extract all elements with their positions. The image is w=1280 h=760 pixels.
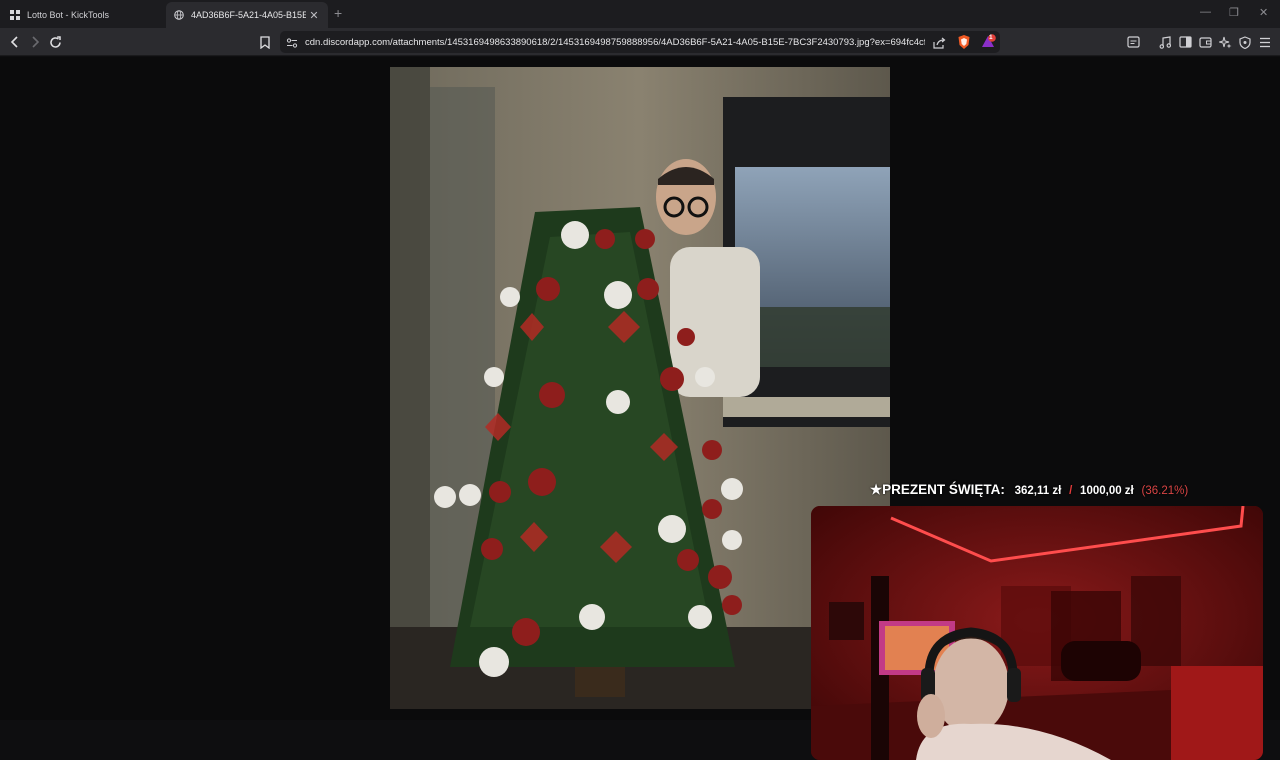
bookmark-icon[interactable] (256, 33, 274, 51)
goal-label: ★PREZENT ŚWIĘTA: (870, 482, 1005, 497)
globe-icon (174, 10, 184, 20)
rewards-badge: 1 (989, 34, 993, 41)
media-music-icon[interactable] (1157, 34, 1173, 50)
address-bar[interactable]: cdn.discordapp.com/attachments/145316949… (280, 31, 1000, 53)
url-text: cdn.discordapp.com/attachments/145316949… (305, 36, 925, 48)
share-icon[interactable] (933, 36, 946, 54)
site-settings-icon[interactable] (286, 36, 298, 54)
forward-button[interactable] (26, 33, 44, 51)
tab-strip: Lotto Bot - KickTools 4AD36B6F-5A21-4A05… (0, 0, 1280, 28)
wallet-icon[interactable] (1197, 34, 1213, 50)
goal-current: 362,11 zł (1014, 485, 1062, 497)
leo-ai-icon[interactable] (1217, 34, 1233, 50)
new-tab-button[interactable]: + (334, 5, 342, 21)
tab-title: Lotto Bot - KickTools (27, 10, 110, 20)
restore-icon[interactable]: ❐ (1229, 6, 1239, 19)
brave-shields-icon[interactable] (957, 34, 971, 55)
menu-icon[interactable] (1257, 34, 1273, 50)
streamer-webcam (811, 506, 1263, 760)
browser-toolbar: cdn.discordapp.com/attachments/145316949… (0, 28, 1280, 56)
reader-mode-icon[interactable] (1125, 34, 1141, 50)
goal-target: 1000,00 zł (1080, 485, 1134, 497)
vpn-shield-icon[interactable] (1237, 34, 1253, 50)
close-window-icon[interactable]: ✕ (1259, 6, 1268, 19)
tab-lotto-bot[interactable]: Lotto Bot - KickTools (0, 2, 165, 28)
goal-percent: (36.21%) (1141, 485, 1189, 497)
tab-title: 4AD36B6F-5A21-4A05-B15E-7B (191, 10, 306, 20)
sidebar-icon[interactable] (1177, 34, 1193, 50)
close-tab-icon[interactable]: ✕ (306, 9, 322, 22)
brave-rewards-icon[interactable] (980, 34, 996, 55)
reload-button[interactable] (46, 33, 64, 51)
back-button[interactable] (6, 33, 24, 51)
grid-icon (10, 10, 20, 20)
image-viewer: ★PREZENT ŚWIĘTA: 362,11 zł / 1000,00 zł … (0, 57, 1280, 760)
goal-separator: / (1069, 485, 1073, 497)
donation-goal-overlay: ★PREZENT ŚWIĘTA: 362,11 zł / 1000,00 zł … (870, 482, 1188, 498)
minimize-icon[interactable]: — (1200, 6, 1211, 18)
tab-image[interactable]: 4AD36B6F-5A21-4A05-B15E-7B ✕ (166, 2, 328, 28)
